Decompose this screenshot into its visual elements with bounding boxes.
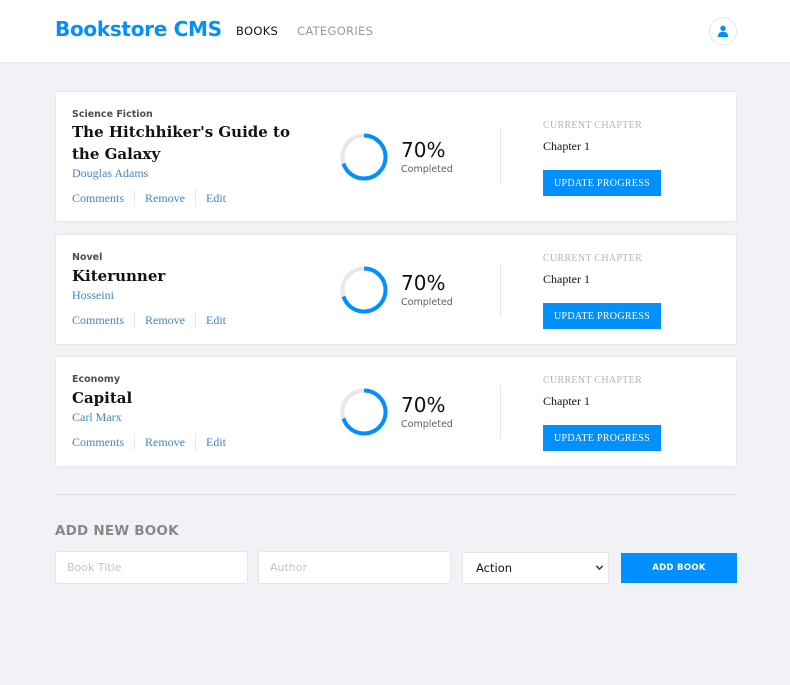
completed-label: Completed (401, 297, 453, 308)
current-chapter: Chapter 1 (543, 139, 590, 153)
update-progress-button[interactable]: UPDATE PROGRESS (543, 303, 661, 329)
completed-label: Completed (401, 419, 453, 430)
progress-ring (340, 266, 388, 314)
current-chapter-label: CURRENT CHAPTER (543, 375, 643, 386)
current-chapter: Chapter 1 (543, 272, 590, 286)
add-book-title: ADD NEW BOOK (55, 523, 179, 539)
edit-button[interactable]: Edit (206, 313, 226, 328)
card-divider (500, 263, 501, 317)
action-divider (134, 312, 136, 328)
action-divider (134, 434, 136, 450)
book-category: Economy (72, 374, 121, 385)
completed-label: Completed (401, 164, 453, 175)
card-divider (500, 385, 501, 439)
author-input[interactable]: Author (258, 551, 451, 584)
section-divider (55, 494, 737, 495)
chevron-down-icon (595, 565, 604, 571)
book-card: Economy Capital Carl Marx Comments Remov… (55, 356, 737, 467)
app-header: Bookstore CMS BOOKS CATEGORIES (0, 0, 790, 63)
book-title: Kiterunner (72, 267, 166, 285)
remove-button[interactable]: Remove (145, 435, 185, 450)
book-category: Novel (72, 252, 103, 263)
action-divider (134, 190, 136, 206)
app-logo[interactable]: Bookstore CMS (55, 17, 222, 41)
nav-books[interactable]: BOOKS (236, 24, 278, 38)
current-chapter-label: CURRENT CHAPTER (543, 253, 643, 264)
book-category: Science Fiction (72, 109, 153, 120)
progress-ring (340, 388, 388, 436)
book-actions: Comments Remove Edit (72, 312, 226, 328)
progress-ring (340, 133, 388, 181)
book-actions: Comments Remove Edit (72, 190, 226, 206)
book-author[interactable]: Douglas Adams (72, 166, 148, 181)
nav-categories[interactable]: CATEGORIES (297, 24, 373, 38)
add-book-button[interactable]: ADD BOOK (621, 553, 737, 583)
current-chapter: Chapter 1 (543, 394, 590, 408)
card-divider (500, 128, 501, 184)
book-title: The Hitchhiker's Guide to the Galaxy (72, 123, 290, 163)
book-actions: Comments Remove Edit (72, 434, 226, 450)
user-icon (717, 25, 729, 37)
book-author[interactable]: Carl Marx (72, 410, 122, 425)
comments-button[interactable]: Comments (72, 435, 124, 450)
progress-percent: 70% (401, 393, 446, 417)
book-card: Novel Kiterunner Hosseini Comments Remov… (55, 234, 737, 345)
action-divider (195, 312, 197, 328)
user-avatar-button[interactable] (709, 17, 737, 45)
category-select-value: Action (476, 561, 513, 575)
current-chapter-label: CURRENT CHAPTER (543, 120, 643, 131)
edit-button[interactable]: Edit (206, 435, 226, 450)
book-title-input[interactable]: Book Title (55, 551, 248, 584)
progress-percent: 70% (401, 138, 446, 162)
comments-button[interactable]: Comments (72, 191, 124, 206)
edit-button[interactable]: Edit (206, 191, 226, 206)
action-divider (195, 434, 197, 450)
remove-button[interactable]: Remove (145, 191, 185, 206)
book-title: Capital (72, 389, 133, 407)
category-select[interactable]: Action (462, 552, 609, 584)
update-progress-button[interactable]: UPDATE PROGRESS (543, 425, 661, 451)
comments-button[interactable]: Comments (72, 313, 124, 328)
book-author[interactable]: Hosseini (72, 288, 114, 303)
update-progress-button[interactable]: UPDATE PROGRESS (543, 170, 661, 196)
progress-percent: 70% (401, 271, 446, 295)
book-card: Science Fiction The Hitchhiker's Guide t… (55, 91, 737, 222)
action-divider (195, 190, 197, 206)
remove-button[interactable]: Remove (145, 313, 185, 328)
